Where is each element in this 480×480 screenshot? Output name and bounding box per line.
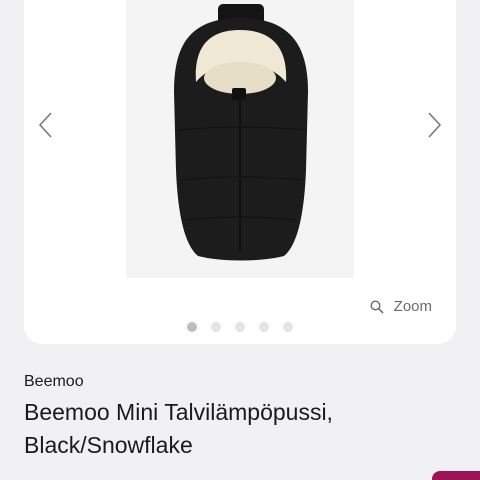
footmuff-illustration (126, 0, 354, 278)
add-to-cart-button[interactable] (432, 471, 480, 480)
slide-dot-3[interactable] (235, 322, 245, 332)
product-image[interactable] (126, 0, 354, 278)
magnifier-icon (370, 299, 384, 314)
next-image-button[interactable] (422, 110, 446, 140)
chevron-left-icon (38, 112, 52, 138)
zoom-button[interactable]: Zoom (370, 298, 432, 315)
chevron-right-icon (428, 112, 442, 138)
slide-indicator (24, 322, 456, 332)
slide-dot-5[interactable] (283, 322, 293, 332)
slide-dot-1[interactable] (187, 322, 197, 332)
zoom-label: Zoom (393, 298, 432, 315)
product-brand[interactable]: Beemoo (24, 373, 84, 391)
image-gallery: Zoom (24, 0, 456, 344)
previous-image-button[interactable] (34, 110, 58, 140)
slide-dot-4[interactable] (259, 322, 269, 332)
slide-dot-2[interactable] (211, 322, 221, 332)
product-title: Beemoo Mini Talvilämpöpussi, Black/Snowf… (24, 399, 333, 458)
